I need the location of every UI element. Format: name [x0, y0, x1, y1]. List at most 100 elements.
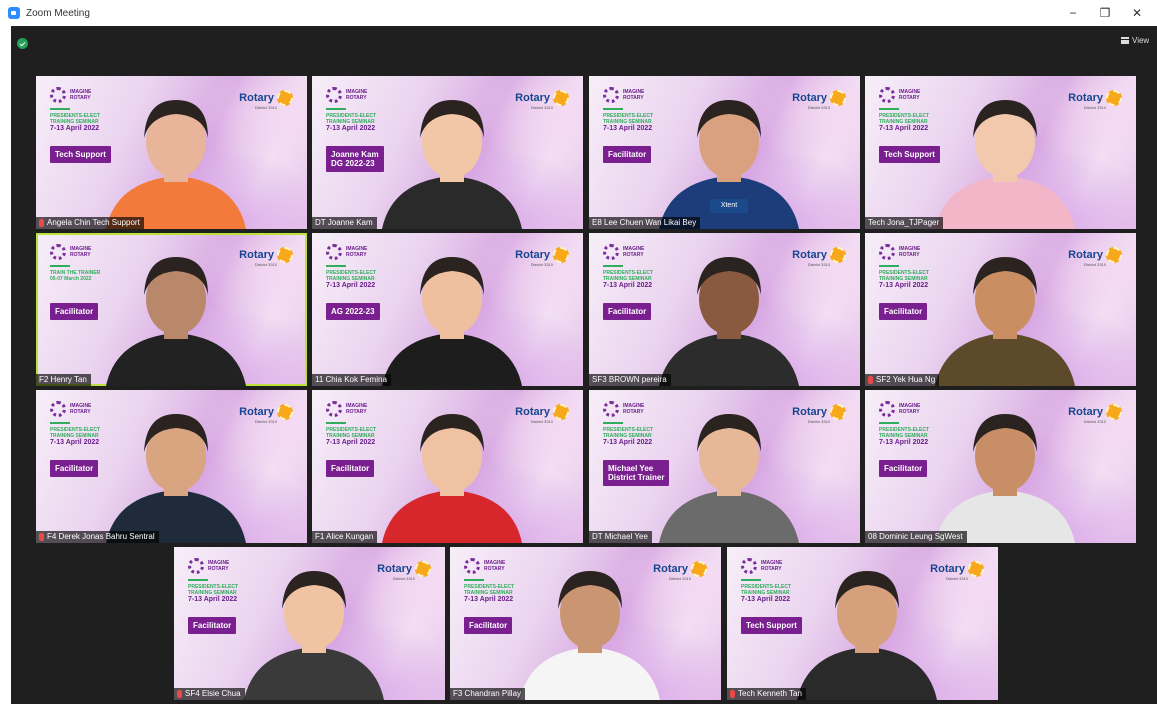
- green-divider: [50, 108, 70, 110]
- rotary-wheel-icon: [691, 561, 707, 577]
- imagine-rotary-logo: IMAGINE ROTARY: [879, 87, 920, 103]
- seminar-info: PRESIDENTS-ELECT TRAINING SEMINAR 7-13 A…: [464, 579, 559, 604]
- rotary-wordmark: Rotary: [1068, 92, 1103, 104]
- rotary-wordmark: Rotary: [930, 563, 965, 575]
- participant-tile[interactable]: IMAGINE ROTARY PRESIDENTS-ELECT TRAINING …: [727, 547, 998, 700]
- participant-tile[interactable]: IMAGINE ROTARY PRESIDENTS-ELECT TRAINING …: [450, 547, 721, 700]
- rotary-logo: Rotary: [792, 90, 846, 106]
- rotary-wheel-icon: [830, 404, 846, 420]
- restore-button[interactable]: ❐: [1091, 4, 1119, 22]
- participant-tile[interactable]: IMAGINE ROTARY PRESIDENTS-ELECT TRAINING …: [36, 76, 307, 229]
- participant-tile[interactable]: IMAGINE ROTARY PRESIDENTS-ELECT TRAINING …: [865, 76, 1136, 229]
- participant-tile[interactable]: IMAGINE ROTARY PRESIDENTS-ELECT TRAINING …: [36, 390, 307, 543]
- participant-name: Angela Chin Tech Support: [47, 218, 140, 227]
- seminar-info: PRESIDENTS-ELECT TRAINING SEMINAR 7-13 A…: [326, 265, 421, 290]
- participant-tile[interactable]: IMAGINE ROTARY PRESIDENTS-ELECT TRAINING …: [312, 390, 583, 543]
- rotary-district: District 3310: [254, 105, 277, 110]
- imagine-sun-icon: [326, 87, 342, 103]
- rotary-wheel-icon: [277, 404, 293, 420]
- rotary-district: District 3310: [530, 105, 553, 110]
- participant-name: DT Joanne Kam: [315, 218, 373, 227]
- seminar-info: PRESIDENTS-ELECT TRAINING SEMINAR 7-13 A…: [879, 108, 974, 133]
- participant-tile[interactable]: IMAGINE ROTARY PRESIDENTS-ELECT TRAINING …: [312, 76, 583, 229]
- rotary-district: District 3310: [1083, 262, 1106, 267]
- imagine-rotary-logo: IMAGINE ROTARY: [50, 244, 91, 260]
- imagine-rotary-logo: IMAGINE ROTARY: [326, 87, 367, 103]
- security-shield-icon[interactable]: [17, 38, 28, 49]
- role-badge: Facilitator: [879, 460, 928, 477]
- participant-name: F4 Derek Jonas Bahru Sentral: [47, 532, 155, 541]
- imagine-rotary-logo: IMAGINE ROTARY: [326, 244, 367, 260]
- seminar-info: PRESIDENTS-ELECT TRAINING SEMINAR 7-13 A…: [50, 422, 145, 447]
- window-titlebar: Zoom Meeting − ❐ ✕: [0, 0, 1157, 26]
- view-label: View: [1132, 35, 1150, 45]
- close-button[interactable]: ✕: [1123, 4, 1151, 22]
- role-badge: Tech Support: [879, 146, 940, 163]
- rotary-logo: Rotary: [239, 247, 293, 263]
- participant-tile[interactable]: IMAGINE ROTARY PRESIDENTS-ELECT TRAINING …: [589, 390, 860, 543]
- seminar-dates: 7-13 April 2022: [326, 282, 376, 289]
- rotary-district: District 3310: [530, 262, 553, 267]
- participant-tile[interactable]: IMAGINE ROTARY PRESIDENTS-ELECT TRAINING …: [589, 233, 860, 386]
- participant-tile[interactable]: IMAGINE ROTARY PRESIDENTS-ELECT TRAINING …: [312, 233, 583, 386]
- participant-name: Tech Jona_TJPager: [868, 218, 940, 227]
- rotary-logo: Rotary: [653, 561, 707, 577]
- rotary-logo: Rotary: [239, 404, 293, 420]
- zoom-app-icon: [8, 7, 20, 19]
- imagine-rotary-logo: IMAGINE ROTARY: [879, 401, 920, 417]
- participant-tile[interactable]: IMAGINE ROTARY PRESIDENTS-ELECT TRAINING …: [174, 547, 445, 700]
- seminar-info: PRESIDENTS-ELECT TRAINING SEMINAR 7-13 A…: [879, 422, 974, 447]
- rotary-logo: Rotary: [515, 404, 569, 420]
- role-badge: Michael Yee District Trainer: [603, 460, 670, 486]
- rotary-logo: Rotary: [792, 247, 846, 263]
- green-divider: [464, 579, 484, 581]
- rotary-wordmark: Rotary: [515, 92, 550, 104]
- muted-mic-icon: [39, 533, 44, 541]
- rotary-district: District 3310: [807, 419, 830, 424]
- participant-name: E8 Lee Chuen Wan Likai Bey: [592, 218, 697, 227]
- rotary-district: District 3310: [530, 419, 553, 424]
- participant-tile[interactable]: IMAGINE ROTARY PRESIDENTS-ELECT TRAINING …: [865, 390, 1136, 543]
- imagine-rotary-logo: IMAGINE ROTARY: [50, 401, 91, 417]
- rotary-logo: Rotary: [792, 404, 846, 420]
- rotary-logo: Rotary: [1068, 404, 1122, 420]
- rotary-wheel-icon: [553, 247, 569, 263]
- rotary-wheel-icon: [553, 404, 569, 420]
- participant-name: SF3 BROWN pereira: [592, 375, 667, 384]
- rotary-text: ROTARY: [623, 252, 644, 258]
- participant-name-tag: DT Joanne Kam: [312, 217, 377, 229]
- seminar-info: PRESIDENTS-ELECT TRAINING SEMINAR 7-13 A…: [741, 579, 836, 604]
- rotary-logo: Rotary: [377, 561, 431, 577]
- imagine-sun-icon: [326, 244, 342, 260]
- seminar-info: PRESIDENTS-ELECT TRAINING SEMINAR 7-13 A…: [326, 422, 421, 447]
- participant-name: SF4 Elsie Chua: [185, 689, 241, 698]
- green-divider: [603, 265, 623, 267]
- rotary-text: ROTARY: [899, 409, 920, 415]
- rotary-text: ROTARY: [899, 252, 920, 258]
- seminar-info: TRAIN THE TRAINER 05-07 March 2022: [50, 265, 145, 282]
- minimize-button[interactable]: −: [1059, 4, 1087, 22]
- rotary-wheel-icon: [277, 90, 293, 106]
- rotary-logo: Rotary: [239, 90, 293, 106]
- seminar-dates: 7-13 April 2022: [326, 439, 376, 446]
- participant-tile[interactable]: IMAGINE ROTARY TRAIN THE TRAINER 05-07 Ma…: [36, 233, 307, 386]
- view-button[interactable]: View: [1121, 33, 1157, 47]
- seminar-info: PRESIDENTS-ELECT TRAINING SEMINAR 7-13 A…: [603, 422, 698, 447]
- imagine-sun-icon: [603, 244, 619, 260]
- role-badge: Facilitator: [464, 617, 513, 634]
- seminar-dates: 7-13 April 2022: [603, 125, 653, 132]
- rotary-text: ROTARY: [623, 95, 644, 101]
- imagine-rotary-logo: IMAGINE ROTARY: [879, 244, 920, 260]
- participant-tile[interactable]: IMAGINE ROTARY PRESIDENTS-ELECT TRAINING …: [865, 233, 1136, 386]
- participant-name-tag: Angela Chin Tech Support: [36, 217, 144, 229]
- seminar-info: PRESIDENTS-ELECT TRAINING SEMINAR 7-13 A…: [603, 108, 698, 133]
- gallery-view-icon: [1121, 36, 1129, 44]
- participant-tile[interactable]: IMAGINE ROTARY PRESIDENTS-ELECT TRAINING …: [589, 76, 860, 229]
- muted-mic-icon: [177, 690, 182, 698]
- role-badge: Facilitator: [50, 460, 99, 477]
- rotary-wordmark: Rotary: [792, 249, 827, 261]
- imagine-sun-icon: [879, 401, 895, 417]
- green-divider: [326, 265, 346, 267]
- role-badge: Facilitator: [50, 303, 99, 320]
- rotary-wordmark: Rotary: [515, 249, 550, 261]
